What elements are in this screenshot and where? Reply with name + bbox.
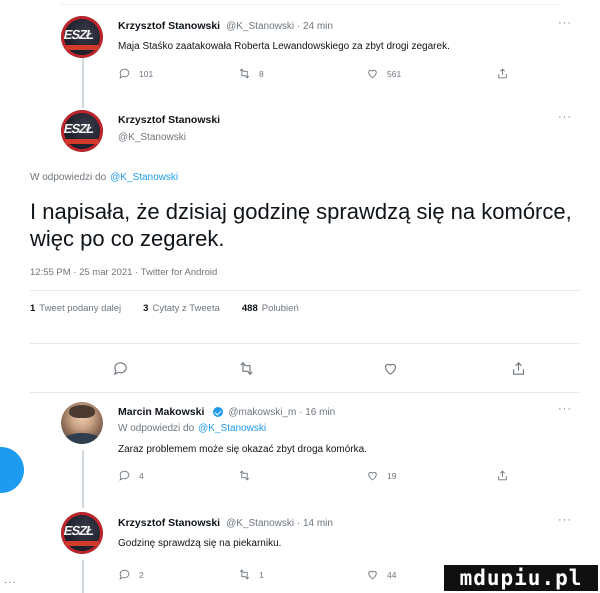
retweet-icon [239, 470, 250, 481]
thread-line [82, 450, 84, 508]
reply1-text: Zaraz problemem może się okazać zbyt dro… [118, 444, 367, 455]
retweet-icon [239, 68, 250, 79]
author-handle[interactable]: @K_Stanowski [118, 132, 186, 143]
author-handle-time[interactable]: @K_Stanowski · 24 min [226, 21, 333, 32]
author-handle-time[interactable]: @makowski_m · 16 min [228, 407, 335, 418]
reply-button[interactable]: 2 [118, 568, 144, 581]
more-menu-icon[interactable]: ··· [4, 577, 17, 588]
reply-context: W odpowiedzi do @K_Stanowski [30, 172, 178, 183]
reply-icon[interactable] [112, 360, 129, 377]
share-icon[interactable] [510, 360, 527, 377]
author-name[interactable]: Marcin Makowski [118, 406, 204, 418]
tweet1-text: Maja Staśko zaatakowała Roberta Lewandow… [118, 41, 450, 52]
reply-icon [119, 68, 130, 79]
reply-count: 4 [139, 470, 144, 481]
reply-icon [119, 470, 130, 481]
divider [30, 290, 580, 291]
like-count: 19 [387, 470, 397, 481]
like-button[interactable]: 19 [366, 469, 396, 482]
thread-line [82, 560, 84, 593]
retweet-icon[interactable] [238, 360, 255, 377]
reply-count: 2 [139, 569, 144, 580]
more-options-icon[interactable]: ··· [558, 17, 572, 29]
reply-button[interactable]: 101 [118, 67, 153, 80]
retweet-icon [239, 569, 250, 580]
share-icon [498, 470, 507, 481]
author-name[interactable]: Krzysztof Stanowski [118, 114, 220, 126]
like-count: 44 [387, 569, 397, 580]
reply-button[interactable]: 4 [118, 469, 144, 482]
heart-icon [368, 471, 377, 481]
stat-likes[interactable]: 488 Polubień [242, 303, 299, 314]
verified-badge-icon [213, 407, 224, 417]
retweet-count: 1 [259, 569, 264, 580]
reply-to-link[interactable]: @K_Stanowski [110, 172, 178, 183]
more-options-icon[interactable]: ··· [558, 403, 572, 415]
heart-icon [368, 570, 377, 580]
like-count: 561 [387, 68, 402, 79]
author-name[interactable]: Krzysztof Stanowski [118, 20, 220, 32]
retweet-button[interactable]: 8 [238, 67, 264, 80]
reply1-actions: 4 19 [118, 469, 510, 483]
avatar-marcin-makowski[interactable] [61, 402, 103, 444]
avatar-krzysztof-stanowski[interactable]: ESZŁ [61, 110, 103, 152]
tweet-stats: 1 Tweet podany dalej 3 Cytaty z Tweeta 488… [30, 303, 299, 314]
share-button[interactable] [496, 469, 509, 482]
tweet1-actions: 101 8 561 [118, 67, 510, 81]
more-options-icon[interactable]: ··· [558, 111, 572, 123]
compose-tweet-button[interactable] [0, 447, 24, 493]
reply-context: W odpowiedzi do @K_Stanowski [118, 423, 266, 434]
avatar-krzysztof-stanowski[interactable]: ESZŁ [61, 512, 103, 554]
share-icon [498, 68, 507, 79]
like-button[interactable]: 44 [366, 568, 396, 581]
author-handle-time[interactable]: @K_Stanowski · 14 min [226, 518, 333, 529]
heart-icon [368, 69, 377, 79]
stat-quotes[interactable]: 3 Cytaty z Tweeta [143, 303, 220, 314]
retweet-button[interactable]: 1 [238, 568, 264, 581]
retweet-count: 8 [259, 68, 264, 79]
divider [30, 392, 580, 393]
watermark-text: mdupiu.pl [459, 566, 583, 590]
thread-line [82, 56, 84, 108]
stat-retweets[interactable]: 1 Tweet podany dalej [30, 303, 121, 314]
watermark: mdupiu.pl [444, 565, 598, 591]
tweet1-header: Krzysztof Stanowski @K_Stanowski · 24 mi… [118, 20, 333, 32]
retweet-button[interactable] [238, 469, 259, 482]
author-name[interactable]: Krzysztof Stanowski [118, 517, 220, 529]
reply2-header: Krzysztof Stanowski @K_Stanowski · 14 mi… [118, 517, 333, 529]
reply-to-link[interactable]: @K_Stanowski [198, 423, 266, 434]
main-tweet-text: I napisała, że dzisiaj godzinę sprawdzą … [30, 199, 572, 251]
reply-count: 101 [139, 68, 154, 79]
top-divider [60, 4, 560, 5]
heart-icon[interactable] [382, 360, 399, 377]
avatar-krzysztof-stanowski[interactable]: ESZŁ [61, 16, 103, 58]
share-button[interactable] [496, 67, 509, 80]
tweet-meta[interactable]: 12:55 PM · 25 mar 2021 · Twitter for And… [30, 267, 217, 278]
reply-prefix: W odpowiedzi do [118, 423, 195, 434]
main-tweet-actions [30, 360, 550, 378]
divider [30, 343, 580, 344]
reply2-text: Godzinę sprawdzą się na piekarniku. [118, 538, 282, 549]
more-options-icon[interactable]: ··· [558, 514, 572, 526]
reply-icon [119, 569, 130, 580]
like-button[interactable]: 561 [366, 67, 401, 80]
reply1-header: Marcin Makowski @makowski_m · 16 min [118, 406, 335, 418]
reply-prefix: W odpowiedzi do [30, 172, 107, 183]
